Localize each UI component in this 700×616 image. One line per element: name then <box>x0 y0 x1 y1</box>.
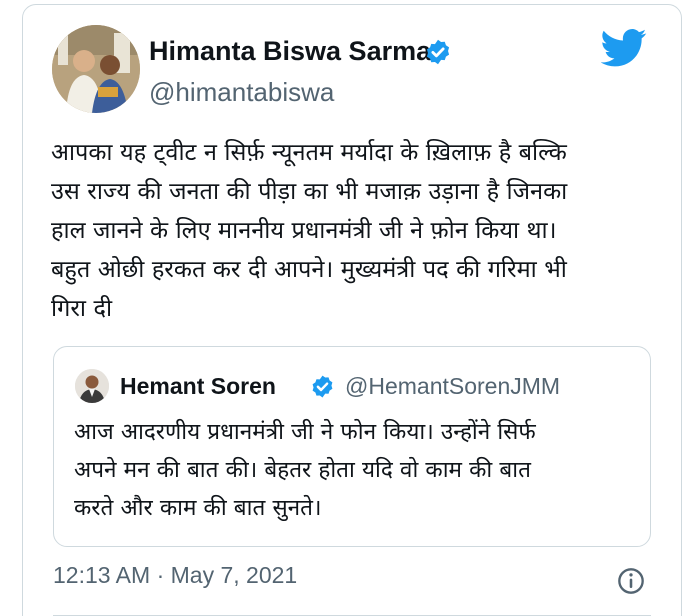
tweet-card: Himanta Biswa Sarma @himantabiswa आपका य… <box>22 4 682 616</box>
info-icon[interactable] <box>617 567 645 595</box>
quoted-text-line: करते और काम की बात सुनते। <box>74 495 322 521</box>
tweet-timestamp[interactable]: 12:13 AM · May 7, 2021 <box>53 562 297 589</box>
quoted-author-name[interactable]: Hemant Soren <box>120 373 276 400</box>
tweet-text: आपका यह ट्वीट न सिर्फ़ न्यूनतम मर्यादा क… <box>51 133 671 328</box>
tweet-text-line: हाल जानने के लिए माननीय प्रधानमंत्री जी … <box>51 216 557 244</box>
quoted-text-line: आज आदरणीय प्रधानमंत्री जी ने फोन किया। उ… <box>74 419 536 445</box>
quoted-text-line: अपने मन की बात की। बेहतर होता यदि वो काम… <box>74 457 531 483</box>
tweet-text-line: उस राज्य की जनता की पीड़ा का भी मजाक़ उड… <box>51 177 568 205</box>
quoted-avatar-photo <box>75 369 109 403</box>
quoted-tweet-text: आज आदरणीय प्रधानमंत्री जी ने फोन किया। उ… <box>74 413 640 527</box>
quoted-tweet[interactable]: Hemant Soren @HemantSorenJMM आज आदरणीय प… <box>53 346 651 547</box>
author-avatar[interactable] <box>52 25 140 113</box>
tweet-text-line: बहुत ओछी हरकत कर दी आपने। मुख्यमंत्री पद… <box>51 255 567 283</box>
verified-badge-icon <box>312 375 333 398</box>
tweet-text-line: गिरा दी <box>51 294 113 322</box>
tweet-text-line: आपका यह ट्वीट न सिर्फ़ न्यूनतम मर्यादा क… <box>51 138 567 166</box>
verified-badge-icon <box>426 39 450 65</box>
quoted-author-avatar[interactable] <box>75 369 109 403</box>
author-handle[interactable]: @himantabiswa <box>149 77 334 108</box>
twitter-bird-icon[interactable] <box>601 28 647 68</box>
avatar-photo <box>52 25 140 113</box>
author-name[interactable]: Himanta Biswa Sarma <box>149 36 431 67</box>
quoted-author-handle[interactable]: @HemantSorenJMM <box>345 373 560 400</box>
